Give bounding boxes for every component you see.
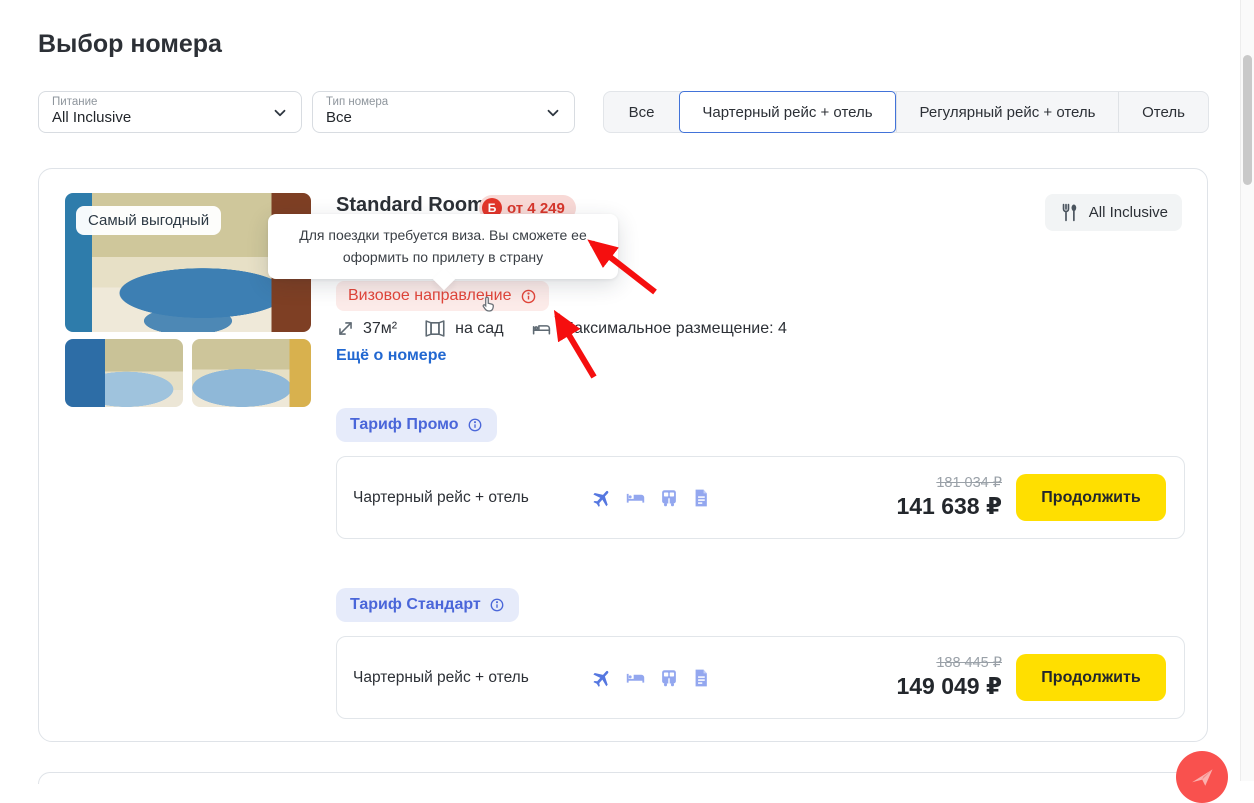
meal-plan-chip: All Inclusive: [1045, 194, 1182, 231]
offer-prices: 181 034 ₽ 141 638 ₽: [896, 475, 1002, 520]
more-about-room-link[interactable]: Ещё о номере: [336, 347, 446, 365]
meal-filter-value: All Inclusive: [52, 109, 265, 127]
offer-row: Чартерный рейс + отель 188 445 ₽ 149 049…: [336, 636, 1185, 719]
tab-regular-flight-hotel[interactable]: Регулярный рейс + отель: [896, 92, 1118, 132]
room-view-spec: на сад: [423, 318, 503, 339]
paper-plane-icon: [1188, 763, 1216, 791]
offer-included-icons: [591, 667, 711, 689]
old-price: 181 034 ₽: [896, 475, 1002, 491]
tariff-promo-badge[interactable]: Тариф Промо: [336, 408, 497, 442]
tariff-name: Тариф Стандарт: [350, 596, 481, 614]
bed-icon: [624, 667, 647, 689]
bus-icon: [658, 667, 680, 689]
hand-cursor-icon: [477, 293, 499, 315]
room-card: Самый выгодный Standard Room Б от 4 249 …: [38, 168, 1208, 742]
old-price: 188 445 ₽: [896, 655, 1002, 671]
airplane-icon: [586, 662, 617, 693]
bed-icon: [624, 487, 647, 509]
tab-all[interactable]: Все: [604, 92, 679, 132]
tariff-standard-badge[interactable]: Тариф Стандарт: [336, 588, 519, 622]
offer-prices: 188 445 ₽ 149 049 ₽: [896, 655, 1002, 700]
feedback-fab-button[interactable]: [1176, 751, 1228, 803]
bed-icon: [530, 318, 553, 339]
room-photo-thumbnail[interactable]: [192, 339, 311, 407]
room-area-value: 37м²: [363, 320, 397, 338]
tab-charter-flight-hotel[interactable]: Чартерный рейс + отель: [679, 91, 896, 133]
page-title: Выбор номера: [38, 30, 222, 59]
room-area-spec: 37м²: [336, 319, 397, 338]
room-type-filter-label: Тип номера: [326, 96, 538, 109]
filters-row: Питание All Inclusive Тип номера Все: [38, 91, 575, 133]
scrollbar-track[interactable]: [1240, 0, 1254, 781]
info-icon[interactable]: [520, 288, 537, 305]
room-occupancy-value: Максимальное размещение: 4: [561, 320, 787, 338]
visa-tooltip: Для поездки требуется виза. Вы сможете е…: [268, 214, 618, 279]
best-deal-badge: Самый выгодный: [76, 206, 221, 235]
continue-button[interactable]: Продолжить: [1016, 654, 1166, 701]
next-room-card-edge: [38, 772, 1208, 784]
chevron-down-icon: [544, 104, 562, 122]
fork-spoon-icon: [1059, 202, 1080, 223]
airplane-icon: [586, 482, 617, 513]
window-icon: [423, 318, 447, 339]
tariff-name: Тариф Промо: [350, 416, 459, 434]
room-occupancy-spec: Максимальное размещение: 4: [530, 318, 787, 339]
meal-filter-select[interactable]: Питание All Inclusive: [38, 91, 302, 133]
document-icon: [691, 487, 711, 509]
meal-filter-label: Питание: [52, 96, 265, 109]
continue-button[interactable]: Продолжить: [1016, 474, 1166, 521]
offer-route-label: Чартерный рейс + отель: [353, 489, 591, 507]
room-view-value: на сад: [455, 320, 503, 338]
meal-plan-label: All Inclusive: [1089, 204, 1168, 221]
area-expand-icon: [336, 319, 355, 338]
bus-icon: [658, 487, 680, 509]
room-photo-thumbnail[interactable]: [65, 339, 183, 407]
current-price: 141 638 ₽: [896, 493, 1002, 520]
room-specs: 37м² на сад Максимальное размещение: 4: [336, 318, 787, 339]
room-type-filter-select[interactable]: Тип номера Все: [312, 91, 575, 133]
offer-included-icons: [591, 487, 711, 509]
offer-route-label: Чартерный рейс + отель: [353, 669, 591, 687]
tab-hotel-only[interactable]: Отель: [1118, 92, 1208, 132]
document-icon: [691, 667, 711, 689]
current-price: 149 049 ₽: [896, 673, 1002, 700]
offer-row: Чартерный рейс + отель 181 034 ₽ 141 638…: [336, 456, 1185, 539]
chevron-down-icon: [271, 104, 289, 122]
scrollbar-thumb[interactable]: [1243, 55, 1252, 185]
room-type-filter-value: Все: [326, 109, 538, 127]
info-icon[interactable]: [467, 417, 483, 433]
info-icon[interactable]: [489, 597, 505, 613]
package-type-tabs: Все Чартерный рейс + отель Регулярный ре…: [603, 91, 1209, 133]
